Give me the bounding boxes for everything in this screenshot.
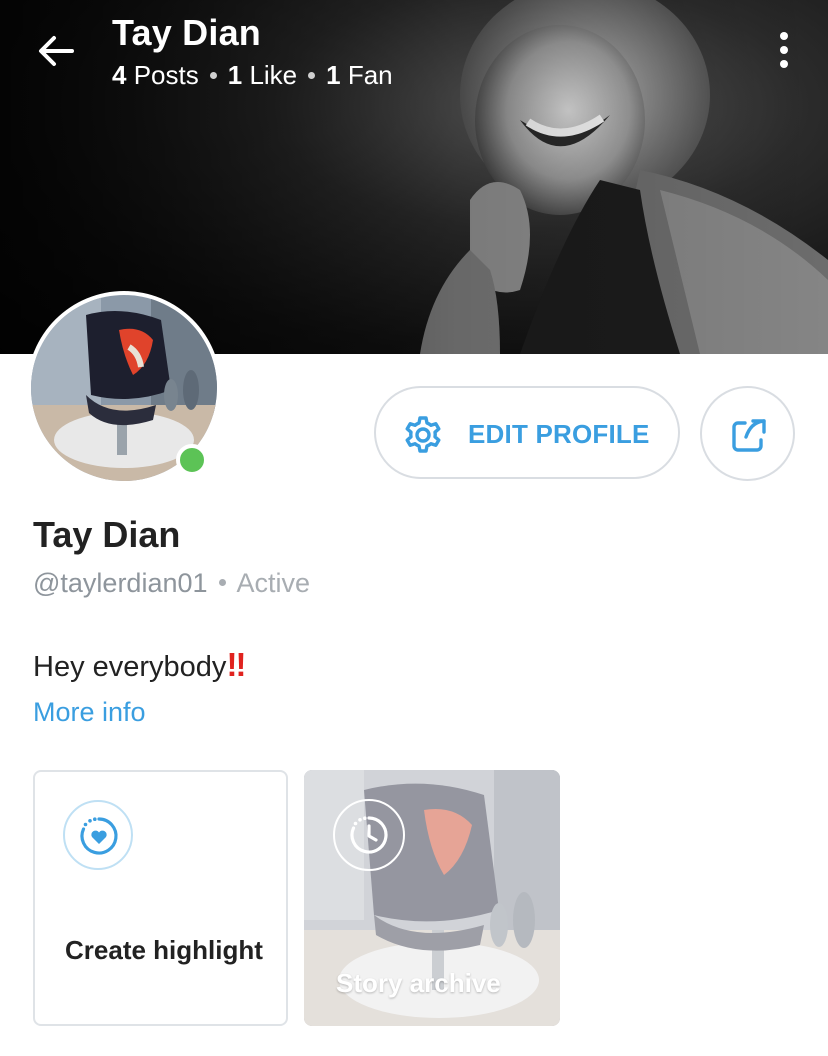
create-highlight-card[interactable]: Create highlight xyxy=(33,770,288,1026)
icon-ring xyxy=(333,799,405,871)
likes-label: Like xyxy=(249,60,298,90)
story-archive-label: Story archive xyxy=(336,968,501,998)
posts-label: Posts xyxy=(133,60,199,90)
fans-count: 1 xyxy=(326,60,341,90)
profile-bio: Hey everybody‼ xyxy=(33,646,246,684)
edit-profile-button[interactable]: EDIT PROFILE xyxy=(374,386,680,479)
fans-label: Fan xyxy=(347,60,393,90)
clock-history-icon xyxy=(350,816,388,854)
header-bar: Tay Dian 4 Posts 1 Like 1 Fan xyxy=(0,0,828,110)
posts-count: 4 xyxy=(112,60,127,90)
edit-profile-label: EDIT PROFILE xyxy=(468,419,650,449)
profile-name: Tay Dian xyxy=(33,514,181,555)
share-button[interactable] xyxy=(700,386,795,481)
back-button[interactable] xyxy=(30,25,82,77)
profile-handle: @taylerdian01 xyxy=(33,568,208,598)
activity-status: Active xyxy=(236,568,311,598)
double-exclamation-emoji: ‼ xyxy=(226,646,246,683)
icon-ring xyxy=(63,800,133,870)
heart-circle-icon xyxy=(80,817,118,855)
separator-dot xyxy=(308,71,316,79)
header-stats: 4 Posts 1 Like 1 Fan xyxy=(112,60,393,91)
separator-dot xyxy=(209,71,217,79)
separator-dot xyxy=(218,579,226,587)
gear-icon xyxy=(405,416,441,453)
online-status-indicator xyxy=(176,444,208,476)
likes-count: 1 xyxy=(227,60,243,90)
create-highlight-label: Create highlight xyxy=(65,935,263,965)
share-icon xyxy=(732,419,766,452)
more-info-link[interactable]: More info xyxy=(33,697,146,728)
story-archive-card[interactable]: Story archive xyxy=(304,770,560,1026)
handle-row: @taylerdian01 Active xyxy=(33,568,310,599)
header-title: Tay Dian xyxy=(112,12,261,53)
more-vertical-icon xyxy=(780,32,788,68)
bio-text: Hey everybody xyxy=(33,651,227,683)
arrow-left-icon xyxy=(39,36,74,66)
more-options-button[interactable] xyxy=(766,28,802,72)
